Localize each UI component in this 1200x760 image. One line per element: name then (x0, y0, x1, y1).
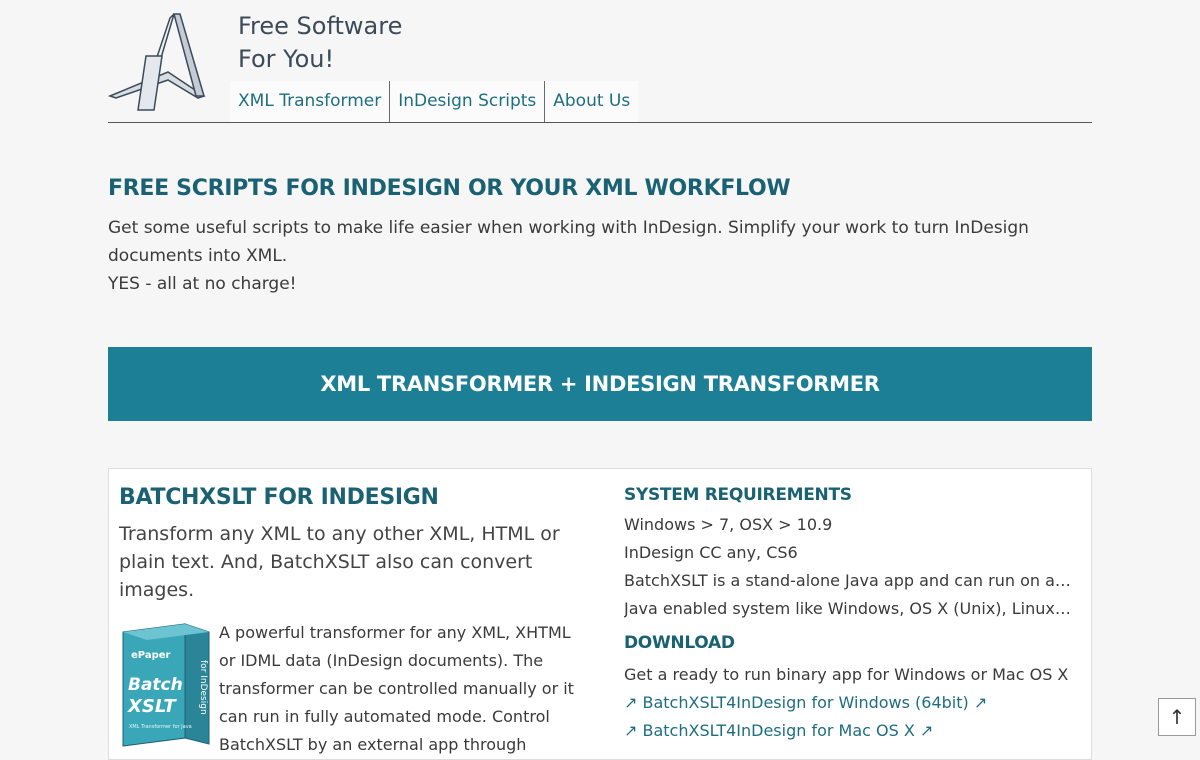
intro-paragraph: Get some useful scripts to make life eas… (108, 218, 1029, 266)
boxart-name-line-2: XSLT (127, 696, 177, 717)
download-mac-link[interactable]: ↗ BatchXSLT4InDesign for Mac OS X ↗ (624, 717, 1074, 745)
logo-icon[interactable] (108, 10, 208, 114)
tagline-line-2: For You! (238, 45, 335, 73)
site-tagline: Free Software For You! (238, 10, 402, 76)
download-text: Get a ready to run binary app for Window… (624, 665, 1069, 684)
boxart-side-text: for InDesign (198, 660, 208, 715)
product-lead: Transform any XML to any other XML, HTML… (119, 523, 560, 601)
intro-paragraph-free: YES - all at no charge! (108, 274, 297, 294)
requirement-line: Java enabled system like Windows, OS X (… (624, 599, 1074, 618)
requirement-line: BatchXSLT is a stand-alone Java app and … (624, 571, 1074, 590)
product-column: BATCHXSLT FOR INDESIGN Transform any XML… (119, 485, 579, 754)
requirement-line: InDesign CC any, CS6 (624, 543, 798, 562)
product-title: BATCHXSLT FOR INDESIGN (119, 485, 439, 510)
header-divider (108, 122, 1092, 123)
product-box-image: ePaper Batch XSLT XML Transformer for Ja… (122, 623, 210, 747)
nav-item-indesign-scripts[interactable]: InDesign Scripts (390, 81, 546, 122)
nav-item-about-us[interactable]: About Us (545, 81, 639, 122)
download-heading: DOWNLOAD (624, 633, 735, 653)
arrow-up-icon: ↑ (1168, 705, 1186, 729)
product-description: A powerful transformer for any XML, XHTM… (219, 623, 574, 754)
product-card: BATCHXSLT FOR INDESIGN Transform any XML… (108, 468, 1092, 760)
intro-text: Get some useful scripts to make life eas… (108, 214, 1092, 298)
boxart-brand: ePaper (131, 650, 171, 661)
boxart-name-line-1: Batch (128, 675, 183, 695)
system-requirements-heading: SYSTEM REQUIREMENTS (624, 485, 852, 505)
tagline-line-1: Free Software (238, 12, 403, 40)
download-windows-link[interactable]: ↗ BatchXSLT4InDesign for Windows (64bit)… (624, 689, 1074, 717)
boxart-caption: XML Transformer for Java (129, 724, 192, 730)
product-details-column: SYSTEM REQUIREMENTS Windows > 7, OSX > 1… (624, 485, 1074, 745)
main-nav: XML Transformer InDesign Scripts About U… (230, 81, 639, 122)
page-heading: FREE SCRIPTS FOR INDESIGN OR YOUR XML WO… (108, 176, 791, 201)
system-requirements-list: Windows > 7, OSX > 10.9 InDesign CC any,… (624, 511, 1074, 623)
nav-item-xml-transformer[interactable]: XML Transformer (230, 81, 391, 122)
requirement-line: Windows > 7, OSX > 10.9 (624, 515, 833, 534)
scroll-to-top-button[interactable]: ↑ (1158, 698, 1196, 736)
transformer-banner-button[interactable]: XML TRANSFORMER + INDESIGN TRANSFORMER (108, 347, 1092, 421)
